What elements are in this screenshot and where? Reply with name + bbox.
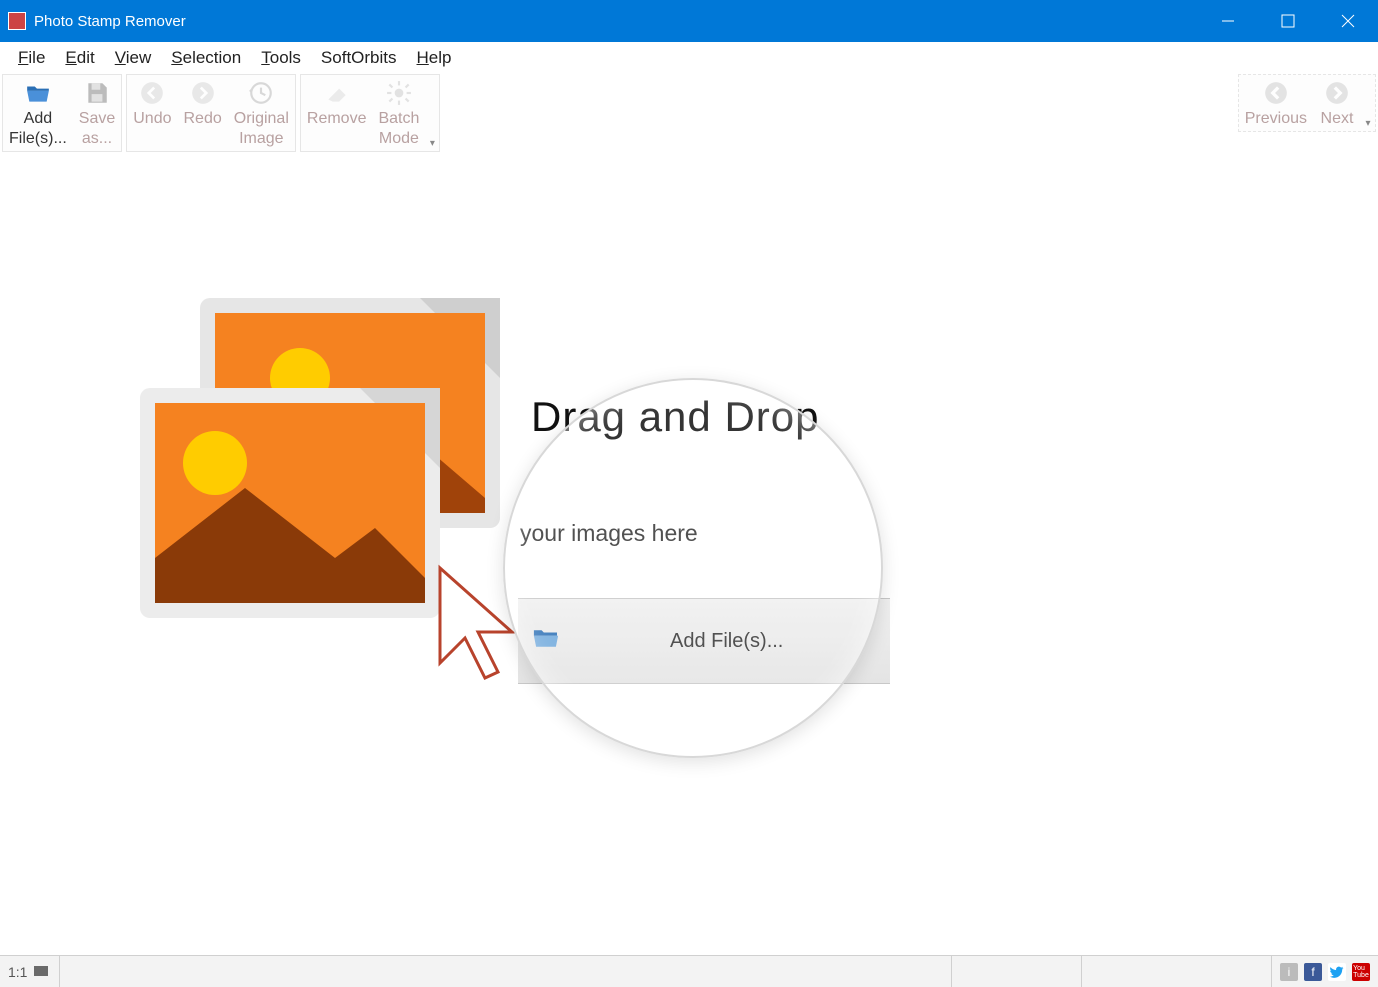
undo-button[interactable]: Undo <box>127 75 177 151</box>
menu-view[interactable]: View <box>105 44 162 72</box>
minimize-icon <box>1221 14 1235 28</box>
menu-edit[interactable]: Edit <box>55 44 104 72</box>
status-empty-3 <box>1082 956 1272 987</box>
undo-arrow-icon <box>138 79 166 107</box>
youtube-icon[interactable]: YouTube <box>1352 963 1370 981</box>
eraser-icon <box>323 79 351 107</box>
app-icon <box>8 12 26 30</box>
toolbar: Add File(s)... Save as... Undo Redo <box>0 74 1378 168</box>
original-image-button[interactable]: Original Image <box>228 75 295 151</box>
batch-mode-button[interactable]: Batch Mode <box>372 75 425 151</box>
facebook-icon[interactable]: f <box>1304 963 1322 981</box>
info-icon[interactable]: i <box>1280 963 1298 981</box>
menu-selection[interactable]: Selection <box>161 44 251 72</box>
toolbar-group-action: Remove Batch Mode ▾ <box>300 74 441 152</box>
toolbar-overflow-left[interactable]: ▾ <box>425 138 439 151</box>
save-as-button[interactable]: Save as... <box>73 75 121 151</box>
toolbar-overflow-right[interactable]: ▾ <box>1361 118 1375 131</box>
magnifier-overlay <box>503 378 883 758</box>
fit-screen-icon <box>33 964 49 980</box>
folder-open-icon <box>24 79 52 107</box>
status-bar: 1:1 i f YouTube <box>0 955 1378 987</box>
toolbar-group-edit: Undo Redo Original Image <box>126 74 296 152</box>
status-social: i f YouTube <box>1272 956 1378 987</box>
gear-icon <box>385 79 413 107</box>
close-icon <box>1341 14 1355 28</box>
menu-bar: File Edit View Selection Tools SoftOrbit… <box>0 42 1378 74</box>
status-empty-1 <box>60 956 952 987</box>
menu-tools[interactable]: Tools <box>251 44 311 72</box>
maximize-button[interactable] <box>1258 0 1318 42</box>
toolbar-group-nav: Previous Next ▾ <box>1238 74 1376 132</box>
next-button[interactable]: Next <box>1313 75 1361 131</box>
maximize-icon <box>1281 14 1295 28</box>
status-empty-2 <box>952 956 1082 987</box>
window-title: Photo Stamp Remover <box>34 13 186 30</box>
history-clock-icon <box>247 79 275 107</box>
title-bar: Photo Stamp Remover <box>0 0 1378 42</box>
close-button[interactable] <box>1318 0 1378 42</box>
twitter-icon[interactable] <box>1328 963 1346 981</box>
menu-softorbits[interactable]: SoftOrbits <box>311 44 407 72</box>
arrow-left-circle-icon <box>1262 79 1290 107</box>
status-zoom[interactable]: 1:1 <box>0 956 60 987</box>
redo-button[interactable]: Redo <box>178 75 228 151</box>
menu-file[interactable]: File <box>8 44 55 72</box>
toolbar-group-file: Add File(s)... Save as... <box>2 74 122 152</box>
floppy-icon <box>83 79 111 107</box>
add-files-button[interactable]: Add File(s)... <box>3 75 73 151</box>
previous-button[interactable]: Previous <box>1239 75 1313 131</box>
remove-button[interactable]: Remove <box>301 75 373 151</box>
arrow-right-circle-icon <box>1323 79 1351 107</box>
canvas-area[interactable]: Drag and Drop your images here Add File(… <box>0 168 1378 987</box>
redo-arrow-icon <box>189 79 217 107</box>
menu-help[interactable]: Help <box>407 44 462 72</box>
minimize-button[interactable] <box>1198 0 1258 42</box>
